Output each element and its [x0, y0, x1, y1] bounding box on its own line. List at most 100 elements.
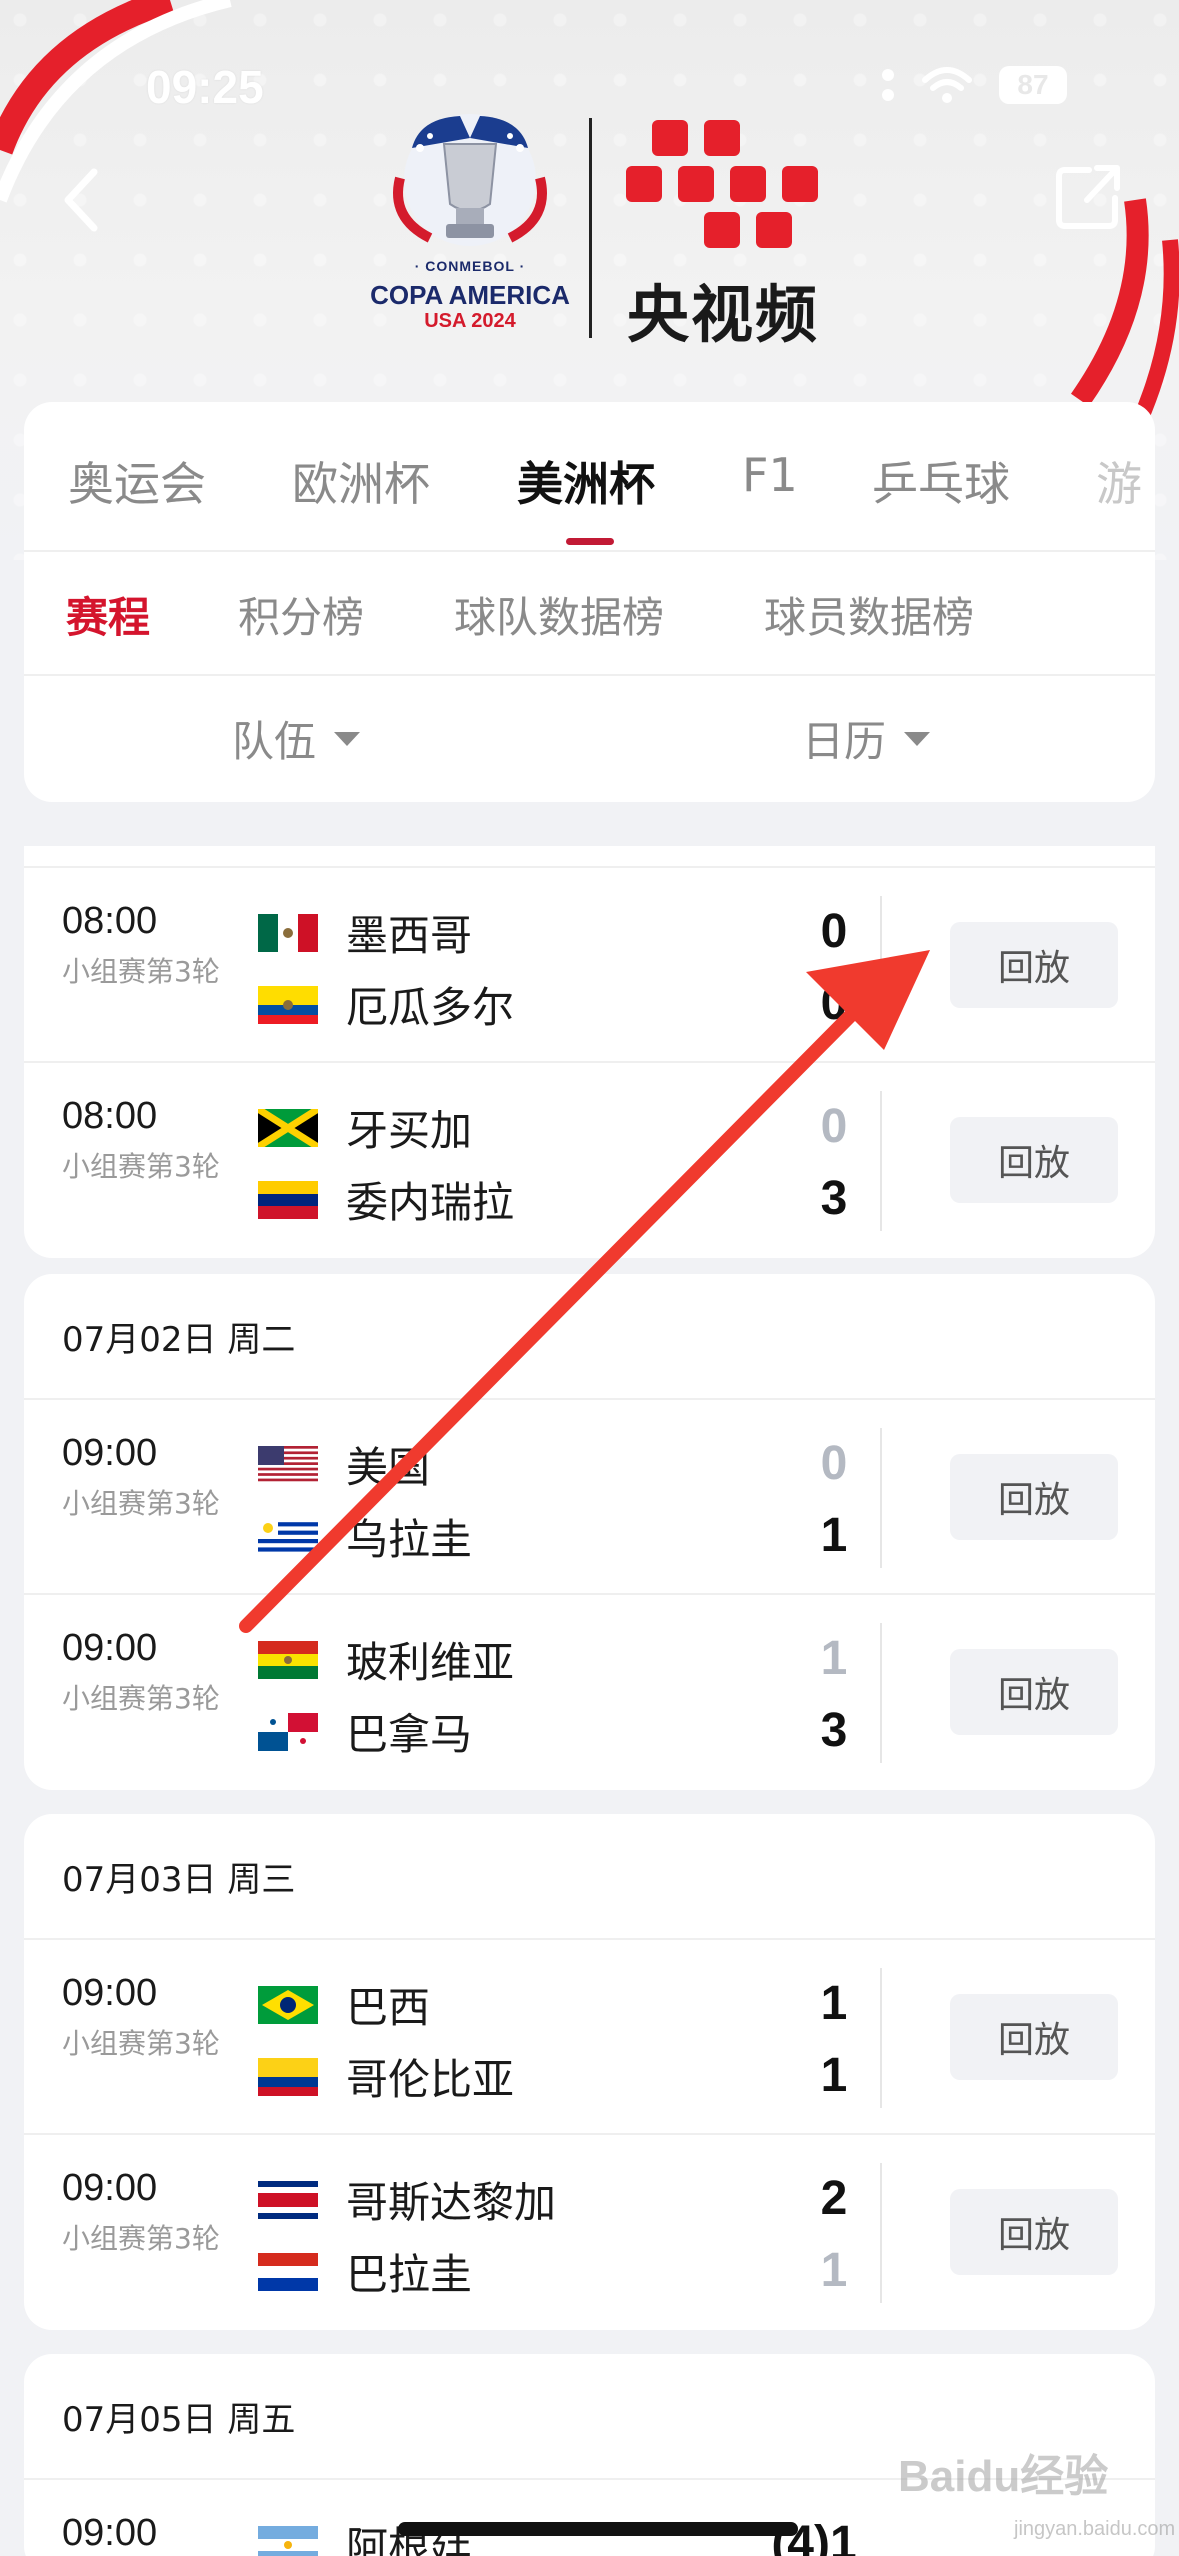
home-indicator	[398, 2522, 798, 2536]
calendar-filter[interactable]: 日历	[802, 708, 931, 769]
match-row[interactable]: 09:00 小组赛第3轮 玻利维亚 1 巴拿马 3 回放	[24, 1595, 1155, 1790]
away-team: 委内瑞拉	[258, 1169, 514, 1230]
watermark-site: jingyan.baidu.com	[1014, 2518, 1176, 2540]
away-team: 厄瓜多尔	[258, 974, 514, 1035]
match-row[interactable]: 09:00 小组赛第3轮 巴西 1 哥伦比亚 1 回放	[24, 1940, 1155, 2135]
tab-copa-america[interactable]: 美洲杯	[517, 448, 655, 514]
match-row[interactable]: 09:00 小组赛第3轮 哥斯达黎加 2 巴拉圭 1 回放	[24, 2135, 1155, 2330]
tab-schedule[interactable]: 赛程	[66, 584, 150, 645]
match-time: 09:00	[62, 2167, 158, 2209]
match-round: 小组赛第3轮	[62, 955, 220, 988]
share-button[interactable]	[1053, 160, 1125, 232]
calendar-filter-label: 日历	[802, 717, 887, 766]
away-score: 1	[820, 1509, 848, 1562]
replay-button[interactable]: 回放	[950, 1454, 1118, 1540]
score-divider	[880, 1091, 882, 1231]
away-score: 3	[820, 1172, 848, 1225]
uruguay-flag-icon	[258, 1517, 318, 1556]
home-team-name: 巴西	[346, 1983, 431, 2032]
tab-standings[interactable]: 积分榜	[238, 584, 364, 645]
back-button[interactable]	[52, 160, 112, 240]
home-team: 牙买加	[258, 1097, 472, 1158]
match-round: 小组赛第3轮	[62, 1150, 220, 1183]
match-round: 小组赛第3轮	[62, 2027, 220, 2060]
match-time: 09:00	[62, 1432, 158, 1474]
score-divider	[880, 896, 882, 1036]
venezuela-flag-icon	[258, 1180, 318, 1219]
watermark-brand: Baidu经验	[898, 2452, 1109, 2501]
replay-button[interactable]: 回放	[950, 2189, 1118, 2275]
team-filter[interactable]: 队伍	[232, 708, 361, 769]
navigation-card: 奥运会 欧洲杯 美洲杯 F1 乒乓球 游 赛程 积分榜 球队数据榜 球员数据榜 …	[24, 402, 1155, 802]
home-team: 墨西哥	[258, 902, 472, 963]
card-top-gap	[24, 846, 1155, 868]
day-card: 07月03日 周三 09:00 小组赛第3轮 巴西 1 哥伦比亚 1 回放 09:00 小组赛第3…	[24, 1814, 1155, 2330]
home-score: 0	[820, 905, 848, 958]
away-score: 3	[820, 1704, 848, 1757]
mexico-flag-icon	[258, 913, 318, 952]
home-team: 哥斯达黎加	[258, 2169, 556, 2230]
away-score: 1	[820, 2244, 848, 2297]
match-row[interactable]: 08:00 小组赛第3轮 墨西哥 0 厄瓜多尔 0 回放	[24, 868, 1155, 1063]
home-score: 0	[820, 1100, 848, 1153]
cctv-name-text: 央视频	[626, 278, 819, 351]
match-time: 09:00	[62, 1972, 158, 2014]
match-time: 09:00	[62, 1627, 158, 1669]
home-team-name: 牙买加	[346, 1106, 473, 1155]
date-header: 07月02日 周二	[24, 1274, 1155, 1400]
tab-euro-cup[interactable]: 欧洲杯	[292, 448, 430, 514]
day-card: 07月02日 周二 09:00 小组赛第3轮 美国 0 乌拉圭 1 回放 09:00 小组赛第3轮…	[24, 1274, 1155, 1790]
usa-flag-icon	[258, 1445, 318, 1484]
home-score: 0	[820, 1437, 848, 1490]
score-divider	[880, 2163, 882, 2303]
jamaica-flag-icon	[258, 1108, 318, 1147]
copa-edition-text: USA 2024	[424, 310, 516, 332]
cctv-video-logo: 央视频	[612, 116, 834, 351]
match-row[interactable]: 08:00 小组赛第3轮 牙买加 0 委内瑞拉 3 回放	[24, 1063, 1155, 1258]
away-team: 哥伦比亚	[258, 2046, 514, 2107]
home-score: 2	[820, 2172, 848, 2225]
sport-tabs: 奥运会 欧洲杯 美洲杯 F1 乒乓球 游	[24, 402, 1155, 550]
home-score: 1	[820, 1632, 848, 1685]
away-team-name: 巴拉圭	[346, 2250, 473, 2299]
replay-button[interactable]: 回放	[950, 1994, 1118, 2080]
tab-swimming-partial[interactable]: 游	[1096, 448, 1142, 514]
active-tab-indicator	[566, 538, 614, 545]
tab-table-tennis[interactable]: 乒乓球	[872, 448, 1010, 514]
home-team: 玻利维亚	[258, 1629, 514, 1690]
home-team-name: 玻利维亚	[346, 1638, 515, 1687]
status-time: 09:25	[146, 61, 264, 113]
divider	[24, 674, 1155, 676]
replay-button[interactable]: 回放	[950, 922, 1118, 1008]
away-team-name: 委内瑞拉	[346, 1178, 515, 1227]
match-round: 小组赛第3轮	[62, 2222, 220, 2255]
score-divider	[880, 1623, 882, 1763]
copa-america-logo: · CONMEBOL · COPA AMERICA USA 2024	[360, 108, 580, 338]
match-round: 小组赛第3轮	[62, 1682, 220, 1715]
brazil-flag-icon	[258, 1985, 318, 2024]
signal-icon	[882, 69, 894, 101]
away-team: 巴拉圭	[258, 2241, 472, 2302]
tab-olympics[interactable]: 奥运会	[68, 448, 206, 514]
home-team-name: 美国	[346, 1443, 431, 1492]
caret-down-icon	[334, 731, 361, 746]
score-divider	[880, 1968, 882, 2108]
away-score: 0	[820, 977, 848, 1030]
replay-button[interactable]: 回放	[950, 1117, 1118, 1203]
away-team: 乌拉圭	[258, 1506, 472, 1567]
away-team-name: 巴拿马	[346, 1710, 473, 1759]
ecuador-flag-icon	[258, 985, 318, 1024]
match-row[interactable]: 09:00 小组赛第3轮 美国 0 乌拉圭 1 回放	[24, 1400, 1155, 1595]
tab-team-stats[interactable]: 球队数据榜	[454, 584, 664, 645]
match-time: 09:00	[62, 2512, 158, 2554]
away-team-name: 乌拉圭	[346, 1515, 473, 1564]
replay-button[interactable]: 回放	[950, 1649, 1118, 1735]
date-header: 07月03日 周三	[24, 1814, 1155, 1940]
panama-flag-icon	[258, 1712, 318, 1751]
wifi-icon	[922, 67, 972, 103]
away-score: 1	[820, 2049, 848, 2102]
tab-player-stats[interactable]: 球员数据榜	[764, 584, 974, 645]
score-divider	[880, 1428, 882, 1568]
tab-f1[interactable]: F1	[742, 448, 798, 502]
trophy-icon	[393, 114, 547, 246]
